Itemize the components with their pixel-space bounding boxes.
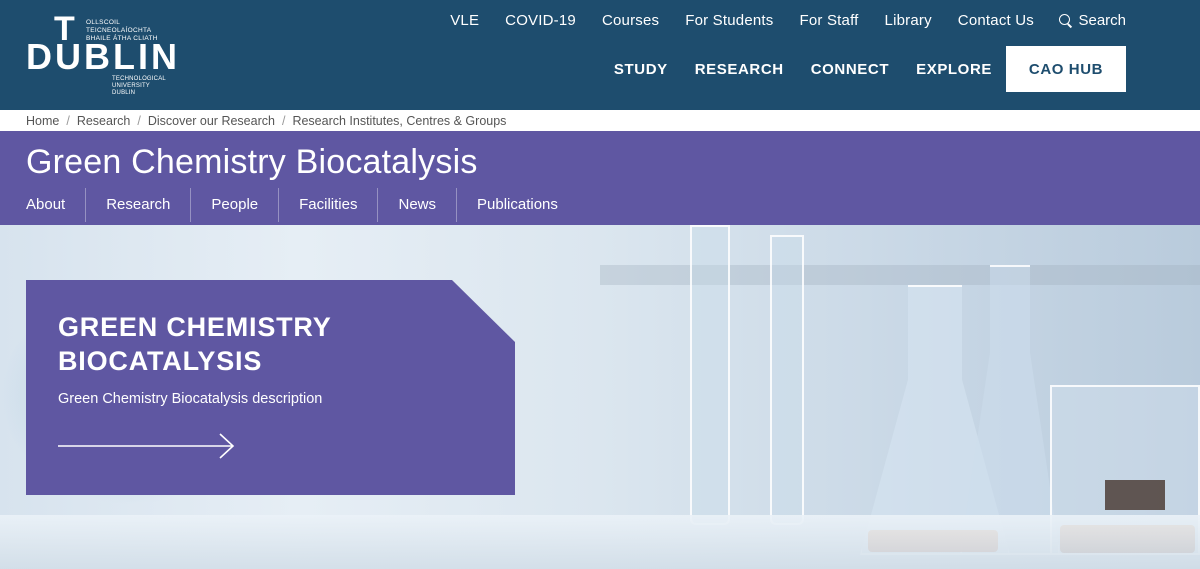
logo-english-text: TECHNOLOGICAL UNIVERSITY DUBLIN xyxy=(112,76,174,97)
arrow-right-icon[interactable] xyxy=(58,432,236,460)
hero-card[interactable]: GREEN CHEMISTRY BIOCATALYSIS Green Chemi… xyxy=(26,280,515,495)
breadcrumb: Home / Research / Discover our Research … xyxy=(0,110,1200,131)
mainnav-research[interactable]: RESEARCH xyxy=(695,61,784,78)
site-header: T OLLSCOIL TEICNEOLAÍOCHTA BHAILE ÁTHA C… xyxy=(0,0,1200,110)
mainnav-explore[interactable]: EXPLORE xyxy=(916,61,992,78)
search-label: Search xyxy=(1078,12,1126,29)
topnav-courses[interactable]: Courses xyxy=(602,12,659,29)
tab-publications[interactable]: Publications xyxy=(456,188,578,222)
lab-bench-image xyxy=(0,515,1200,569)
hero-banner: GREEN CHEMISTRY BIOCATALYSIS Green Chemi… xyxy=(0,225,1200,569)
main-nav: STUDY RESEARCH CONNECT EXPLORE xyxy=(587,61,992,78)
section-header: Green Chemistry Biocatalysis About Resea… xyxy=(0,131,1200,225)
cao-hub-button[interactable]: CAO HUB xyxy=(1006,46,1126,92)
topnav-library[interactable]: Library xyxy=(885,12,932,29)
logo-english-line2: UNIVERSITY DUBLIN xyxy=(112,83,150,96)
tab-people[interactable]: People xyxy=(190,188,278,222)
topnav-contact-us[interactable]: Contact Us xyxy=(958,12,1034,29)
breadcrumb-research[interactable]: Research xyxy=(77,114,131,128)
logo-irish-line1: OLLSCOIL TEICNEOLAÍOCHTA xyxy=(86,19,152,34)
search-icon xyxy=(1059,14,1072,27)
utility-nav: VLE COVID-19 Courses For Students For St… xyxy=(424,12,1034,29)
breadcrumb-separator: / xyxy=(281,113,286,128)
hero-description: Green Chemistry Biocatalysis description xyxy=(58,391,323,407)
tab-about[interactable]: About xyxy=(0,188,85,222)
search-button[interactable]: Search xyxy=(1059,12,1126,29)
breadcrumb-institutes[interactable]: Research Institutes, Centres & Groups xyxy=(292,114,506,128)
tu-dublin-logo[interactable]: T OLLSCOIL TEICNEOLAÍOCHTA BHAILE ÁTHA C… xyxy=(24,10,177,97)
lab-flask-image xyxy=(960,265,1060,555)
tab-facilities[interactable]: Facilities xyxy=(278,188,377,222)
section-subnav: About Research People Facilities News Pu… xyxy=(0,188,578,222)
mainnav-connect[interactable]: CONNECT xyxy=(811,61,889,78)
page-title: Green Chemistry Biocatalysis xyxy=(26,143,478,181)
topnav-covid[interactable]: COVID-19 xyxy=(505,12,576,29)
logo-english-line1: TECHNOLOGICAL xyxy=(112,76,166,82)
tab-research[interactable]: Research xyxy=(85,188,190,222)
topnav-for-staff[interactable]: For Staff xyxy=(800,12,859,29)
topnav-vle[interactable]: VLE xyxy=(450,12,479,29)
lab-liquid-image xyxy=(1105,480,1165,510)
lab-cylinder-image xyxy=(770,235,804,525)
topnav-for-students[interactable]: For Students xyxy=(685,12,773,29)
breadcrumb-separator: / xyxy=(66,113,70,128)
logo-dublin: DUBLIN xyxy=(26,36,180,77)
mainnav-study[interactable]: STUDY xyxy=(614,61,668,78)
lab-cylinder-image xyxy=(690,225,730,525)
breadcrumb-home[interactable]: Home xyxy=(26,114,59,128)
breadcrumb-discover[interactable]: Discover our Research xyxy=(148,114,275,128)
breadcrumb-separator: / xyxy=(137,113,141,128)
tab-news[interactable]: News xyxy=(377,188,456,222)
hero-title: GREEN CHEMISTRY BIOCATALYSIS xyxy=(58,312,332,376)
